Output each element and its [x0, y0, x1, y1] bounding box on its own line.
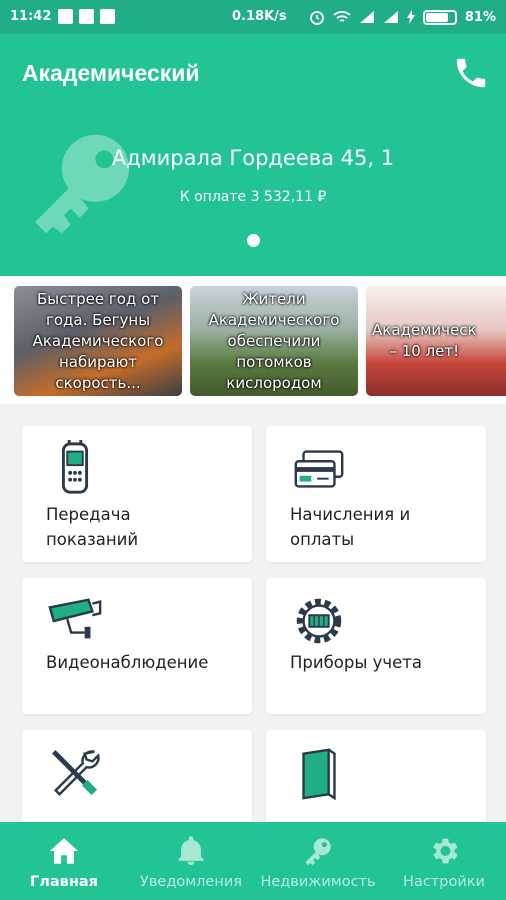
security-camera-icon: [48, 598, 102, 639]
signal-icon: [383, 11, 398, 23]
page-indicator-dot: [247, 234, 260, 247]
tile-label: Передача показаний: [46, 505, 139, 549]
battery-icon: [422, 9, 457, 25]
services-tile[interactable]: [22, 730, 252, 822]
nav-label: Уведомления: [140, 874, 242, 890]
nav-label: Недвижимость: [260, 874, 376, 890]
credit-cards-icon: [294, 450, 344, 488]
documents-tile[interactable]: [266, 730, 486, 822]
news-card[interactable]: Жители Академического обеспечили потомко…: [190, 286, 358, 396]
news-caption: Жители Академического обеспечили потомко…: [208, 289, 340, 392]
nav-property[interactable]: Недвижимость: [252, 822, 384, 900]
bell-icon: [178, 836, 204, 866]
charges-payments-tile[interactable]: Начисления и оплаты: [266, 426, 486, 562]
nav-notifications[interactable]: Уведомления: [132, 822, 250, 900]
bottom-navigation: Главная Уведомления Недвижимость Настрой…: [0, 822, 506, 900]
tile-label: Видеонаблюдение: [46, 653, 209, 672]
android-icon: [79, 9, 94, 24]
status-time: 11:42: [10, 9, 52, 24]
nav-label: Главная: [30, 874, 98, 890]
news-carousel[interactable]: Быстрее год от года. Бегуны Академическо…: [0, 276, 506, 404]
services-grid: Передача показаний Начисления и оплаты В…: [0, 404, 506, 822]
tile-label: Приборы учета: [290, 653, 423, 672]
property-address: Адмирала Гордеева 45, 1: [111, 146, 395, 170]
phone-icon[interactable]: [452, 54, 490, 92]
sim-icon: [58, 9, 73, 24]
app-bar: Академический: [0, 34, 506, 116]
news-caption: Академическ – 10 лет!: [372, 321, 477, 360]
news-card[interactable]: Быстрее год от года. Бегуны Академическо…: [14, 286, 182, 396]
status-bar: 11:42 0.18K/s 81%: [0, 0, 506, 34]
signal-icon: [359, 11, 374, 23]
android-icon: [100, 9, 115, 24]
nav-settings[interactable]: Настройки: [394, 822, 494, 900]
news-card[interactable]: Академическ – 10 лет!: [366, 286, 506, 396]
news-caption: Быстрее год от года. Бегуны Академическо…: [32, 289, 164, 392]
property-header[interactable]: Адмирала Гордеева 45, 1 К оплате 3 532,1…: [0, 116, 506, 276]
metering-devices-tile[interactable]: Приборы учета: [266, 578, 486, 714]
page-title: Академический: [22, 60, 200, 86]
charging-icon: [406, 10, 415, 24]
payment-due: К оплате 3 532,11 ₽: [179, 189, 327, 205]
wifi-icon: [333, 11, 351, 22]
battery-percent: 81%: [464, 9, 496, 25]
key-icon: [34, 134, 130, 234]
alarm-icon: [309, 11, 324, 25]
gear-icon: [433, 838, 458, 864]
network-speed: 0.18K/s: [232, 9, 287, 24]
video-surveillance-tile[interactable]: Видеонаблюдение: [22, 578, 252, 714]
document-icon: [302, 748, 336, 801]
nav-label: Настройки: [403, 874, 485, 890]
gear-meter-icon: [296, 598, 342, 644]
meter-device-icon: [61, 440, 89, 494]
nav-home[interactable]: Главная: [14, 822, 114, 900]
tile-label: Начисления и оплаты: [290, 505, 411, 549]
notification-icons: [58, 9, 115, 24]
meter-readings-tile[interactable]: Передача показаний: [22, 426, 252, 562]
key-icon: [305, 838, 331, 866]
tools-icon: [52, 750, 100, 796]
home-icon: [49, 838, 79, 864]
